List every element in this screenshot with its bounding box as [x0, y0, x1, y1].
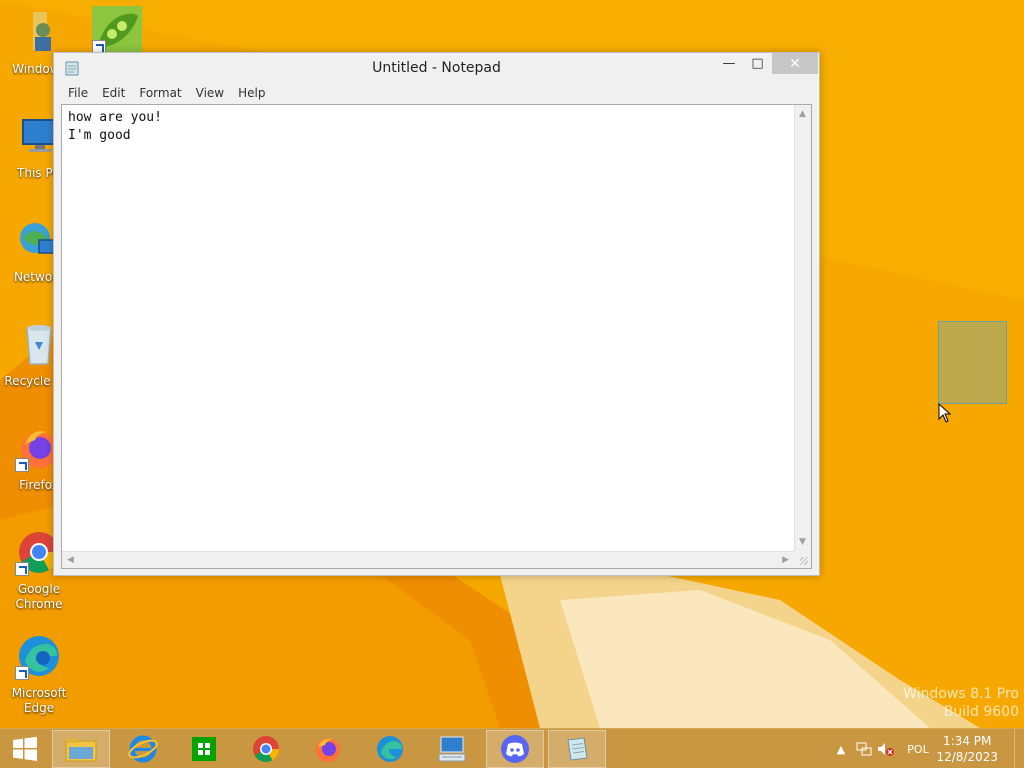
taskbar-clock[interactable]: 1:34 PM 12/8/2023: [936, 733, 998, 765]
show-hidden-icons-icon[interactable]: ▲: [834, 729, 848, 768]
desktop-icon-label: Google Chrome: [15, 582, 63, 611]
store-icon: [192, 737, 216, 761]
scroll-left-icon[interactable]: ◀: [67, 555, 74, 565]
start-button[interactable]: [0, 729, 50, 768]
taskbar-google-chrome[interactable]: [237, 730, 295, 768]
chrome-icon: [253, 736, 280, 763]
edge-icon: [15, 632, 63, 680]
notepad-icon: [64, 60, 80, 76]
show-desktop-button[interactable]: [1014, 729, 1024, 768]
scroll-down-icon[interactable]: ▼: [799, 537, 806, 547]
menu-bar: File Edit Format View Help: [61, 83, 812, 103]
taskbar-internet-explorer[interactable]: [114, 730, 172, 768]
notepad-window[interactable]: Untitled - Notepad — □ ✕ File Edit Forma…: [53, 52, 820, 576]
notepad-icon: [567, 737, 588, 761]
horizontal-scrollbar[interactable]: ◀ ▶: [62, 551, 794, 568]
taskbar-microsoft-edge[interactable]: [361, 730, 419, 768]
clock-date: 12/8/2023: [936, 750, 998, 764]
edge-icon: [377, 736, 403, 762]
desktop-icon-label: Microsoft Edge: [11, 686, 67, 715]
menu-edit[interactable]: Edit: [95, 83, 132, 103]
menu-view[interactable]: View: [189, 83, 231, 103]
scroll-up-icon[interactable]: ▲: [799, 109, 806, 119]
network-status-icon[interactable]: [854, 729, 874, 768]
notepad-titlebar[interactable]: Untitled - Notepad — □ ✕: [54, 53, 819, 83]
taskbar-store[interactable]: [175, 730, 233, 768]
taskbar: ▲ POL 1:34 PM 12/8/2023: [0, 728, 1024, 768]
taskbar-notepad[interactable]: [548, 730, 606, 768]
system-tray: ▲ POL 1:34 PM 12/8/2023: [834, 729, 1024, 768]
discord-icon: [501, 735, 529, 763]
watermark-edition: Windows 8.1 Pro: [903, 686, 1019, 702]
taskbar-file-explorer[interactable]: [52, 730, 110, 768]
desktop-icon-microsoft-edge[interactable]: Microsoft Edge: [2, 628, 76, 724]
resize-grip[interactable]: [794, 551, 811, 568]
shortcut-arrow-icon: [15, 458, 29, 472]
menu-format[interactable]: Format: [132, 83, 188, 103]
internet-explorer-icon: [128, 735, 158, 763]
scroll-right-icon[interactable]: ▶: [782, 555, 789, 565]
clock-time: 1:34 PM: [943, 734, 992, 748]
menu-file[interactable]: File: [61, 83, 95, 103]
firefox-icon: [316, 738, 340, 762]
text-editor-area[interactable]: how are you! I'm good ▲ ▼ ◀ ▶: [61, 104, 812, 569]
taskbar-remote-desktop[interactable]: [423, 730, 481, 768]
menu-help[interactable]: Help: [231, 83, 272, 103]
input-language-indicator[interactable]: POL: [902, 729, 934, 768]
close-button[interactable]: ✕: [772, 53, 818, 74]
vertical-scrollbar[interactable]: ▲ ▼: [794, 105, 811, 551]
volume-muted-icon[interactable]: [876, 729, 896, 768]
windows-logo-icon: [13, 736, 37, 761]
shortcut-arrow-icon: [15, 666, 29, 680]
remote-desktop-icon: [438, 736, 466, 762]
window-title: Untitled - Notepad: [372, 60, 501, 76]
maximize-button[interactable]: □: [744, 53, 771, 74]
editor-text[interactable]: how are you! I'm good: [68, 109, 788, 549]
desktop-icon-app[interactable]: [92, 6, 142, 54]
mouse-cursor-icon: [938, 402, 952, 423]
taskbar-discord[interactable]: [486, 730, 544, 768]
taskbar-firefox[interactable]: [299, 730, 357, 768]
file-explorer-icon: [65, 738, 97, 762]
minimize-button[interactable]: —: [714, 53, 744, 74]
desktop-selection-rectangle: [938, 321, 1007, 404]
windows-watermark: Windows 8.1 Pro Build 9600: [903, 685, 1019, 721]
shortcut-arrow-icon: [15, 562, 29, 576]
watermark-build: Build 9600: [943, 704, 1019, 720]
folder-user-icon: [15, 8, 63, 56]
